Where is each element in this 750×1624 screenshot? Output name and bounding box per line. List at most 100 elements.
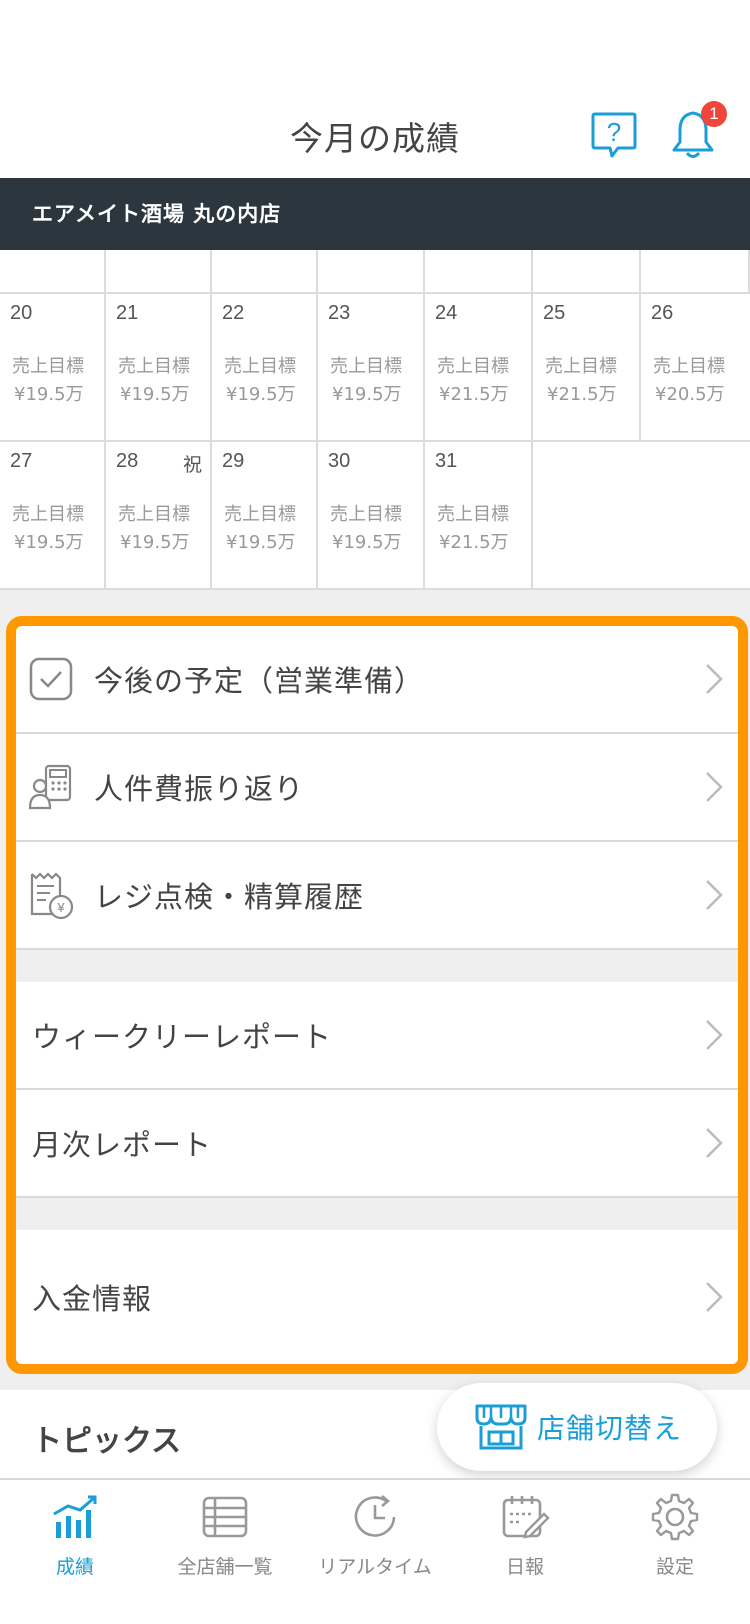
chevron-right-icon: [706, 772, 723, 802]
menu-item-label: ウィークリーレポート: [32, 1020, 333, 1054]
tab-daily-report[interactable]: 日報: [450, 1480, 600, 1600]
tab-label: 全店舗一覧: [177, 1556, 273, 1578]
calendar-cell[interactable]: 31 売上目標 ¥21.5万: [425, 442, 533, 588]
sales-target-value: ¥21.5万: [439, 384, 509, 405]
notification-badge: 1: [701, 101, 727, 127]
calendar-day: 24: [435, 302, 458, 324]
calendar-cell: [106, 250, 212, 292]
calendar-cell[interactable]: 21 売上目標 ¥19.5万: [106, 294, 212, 440]
calendar-cell: [641, 250, 750, 292]
chevron-right-icon: [706, 664, 723, 694]
calendar-day: 25: [543, 302, 566, 324]
calendar-cell: [318, 250, 425, 292]
svg-text:¥: ¥: [56, 900, 65, 915]
chevron-right-icon: [706, 1282, 723, 1312]
calendar-cell: [425, 250, 533, 292]
sales-target-label: 売上目標: [224, 504, 296, 525]
receipt-yen-icon: ¥: [30, 872, 74, 920]
tab-label: 設定: [655, 1556, 694, 1578]
calendar-cell[interactable]: 24 売上目標 ¥21.5万: [425, 294, 533, 440]
calendar-day: 29: [222, 450, 245, 472]
calendar-cell[interactable]: 27 売上目標 ¥19.5万: [0, 442, 106, 588]
calendar-cell[interactable]: 28 祝 売上目標 ¥19.5万: [106, 442, 212, 588]
tab-settings[interactable]: 設定: [600, 1480, 750, 1600]
calendar-day: 27: [10, 450, 33, 472]
store-icon: [475, 1404, 527, 1450]
sales-target-value: ¥19.5万: [120, 384, 190, 405]
menu-item-label: 人件費振り返り: [94, 772, 305, 806]
calendar-day: 28: [116, 450, 139, 472]
calendar-cell: [0, 250, 106, 292]
bar-chart-icon: [53, 1495, 97, 1538]
sales-target-value: ¥19.5万: [226, 384, 296, 405]
chevron-right-icon: [706, 880, 723, 910]
sales-target-value: ¥19.5万: [332, 384, 402, 405]
menu-item-label: 今後の予定（営業準備）: [94, 664, 425, 698]
calendar-cell[interactable]: 29 売上目標 ¥19.5万: [212, 442, 318, 588]
menu-item-weekly-report[interactable]: ウィークリーレポート: [16, 982, 738, 1090]
calendar-day: 21: [116, 302, 139, 324]
calendar-pen-icon: [502, 1496, 550, 1539]
sales-target-label: 売上目標: [12, 504, 84, 525]
calendar-day: 26: [651, 302, 674, 324]
calendar-cell[interactable]: 25 売上目標 ¥21.5万: [533, 294, 641, 440]
sales-target-value: ¥19.5万: [120, 532, 190, 553]
tab-all-stores[interactable]: 全店舗一覧: [150, 1480, 300, 1600]
calendar-day: 31: [435, 450, 458, 472]
menu-item-label: 月次レポート: [32, 1128, 213, 1162]
calendar-day: 30: [328, 450, 351, 472]
calendar-cell[interactable]: 30 売上目標 ¥19.5万: [318, 442, 425, 588]
svg-text:?: ?: [607, 117, 621, 147]
calendar-day: 23: [328, 302, 351, 324]
topics-title: トピックス: [32, 1424, 182, 1459]
sales-target-value: ¥19.5万: [332, 532, 402, 553]
tab-label: リアルタイム: [318, 1556, 432, 1578]
sales-target-label: 売上目標: [224, 356, 296, 377]
menu-item-schedule[interactable]: 今後の予定（営業準備）: [16, 626, 738, 734]
calendar-cell: [533, 250, 641, 292]
report-menu-highlight: 今後の予定（営業準備） 人件費振り返り ¥ レジ点検・精算履歴 ウィークリーレポ…: [6, 616, 748, 1374]
checkbox-icon: [29, 657, 73, 701]
bottom-tab-bar: 成績 全店舗一覧 リアルタイム 日報 設定: [0, 1478, 750, 1624]
switch-store-button[interactable]: 店舗切替え: [437, 1383, 717, 1471]
calendar-day: 22: [222, 302, 245, 324]
gear-icon: [651, 1493, 699, 1541]
tab-label: 成績: [55, 1556, 94, 1578]
calendar-day: 20: [10, 302, 33, 324]
sales-target-label: 売上目標: [118, 504, 190, 525]
switch-store-label: 店舗切替え: [537, 1412, 683, 1445]
calendar-cell: [212, 250, 318, 292]
sales-target-value: ¥19.5万: [226, 532, 296, 553]
menu-item-label: レジ点検・精算履歴: [94, 880, 365, 914]
tab-performance[interactable]: 成績: [0, 1480, 150, 1600]
sales-target-label: 売上目標: [545, 356, 617, 377]
menu-item-register-check[interactable]: ¥ レジ点検・精算履歴: [16, 842, 738, 950]
table-list-icon: [202, 1496, 248, 1538]
help-icon[interactable]: ?: [590, 110, 638, 160]
app-header: 今月の成績 ? 1: [0, 0, 750, 178]
sales-target-label: 売上目標: [330, 356, 402, 377]
tab-label: 日報: [505, 1556, 544, 1578]
menu-item-deposit-info[interactable]: 入金情報: [16, 1230, 738, 1364]
calendar: 20 売上目標 ¥19.5万 21 売上目標 ¥19.5万 22 売上目標 ¥1…: [0, 250, 750, 590]
holiday-mark: 祝: [182, 454, 202, 476]
sales-target-value: ¥19.5万: [14, 532, 84, 553]
sales-target-value: ¥20.5万: [655, 384, 725, 405]
sales-target-label: 売上目標: [653, 356, 725, 377]
store-name-bar: エアメイト酒場 丸の内店: [0, 178, 750, 250]
tab-realtime[interactable]: リアルタイム: [300, 1480, 450, 1600]
sales-target-label: 売上目標: [330, 504, 402, 525]
calendar-cell[interactable]: 22 売上目標 ¥19.5万: [212, 294, 318, 440]
menu-item-labor-cost[interactable]: 人件費振り返り: [16, 734, 738, 842]
calendar-cell[interactable]: 20 売上目標 ¥19.5万: [0, 294, 106, 440]
sales-target-value: ¥21.5万: [547, 384, 617, 405]
calculator-person-icon: [28, 764, 72, 810]
sales-target-value: ¥21.5万: [439, 532, 509, 553]
chevron-right-icon: [706, 1020, 723, 1050]
sales-target-label: 売上目標: [118, 356, 190, 377]
calendar-cell[interactable]: 23 売上目標 ¥19.5万: [318, 294, 425, 440]
clock-refresh-icon: [354, 1495, 396, 1537]
menu-item-monthly-report[interactable]: 月次レポート: [16, 1090, 738, 1198]
sales-target-label: 売上目標: [437, 504, 509, 525]
calendar-cell[interactable]: 26 売上目標 ¥20.5万: [641, 294, 750, 440]
